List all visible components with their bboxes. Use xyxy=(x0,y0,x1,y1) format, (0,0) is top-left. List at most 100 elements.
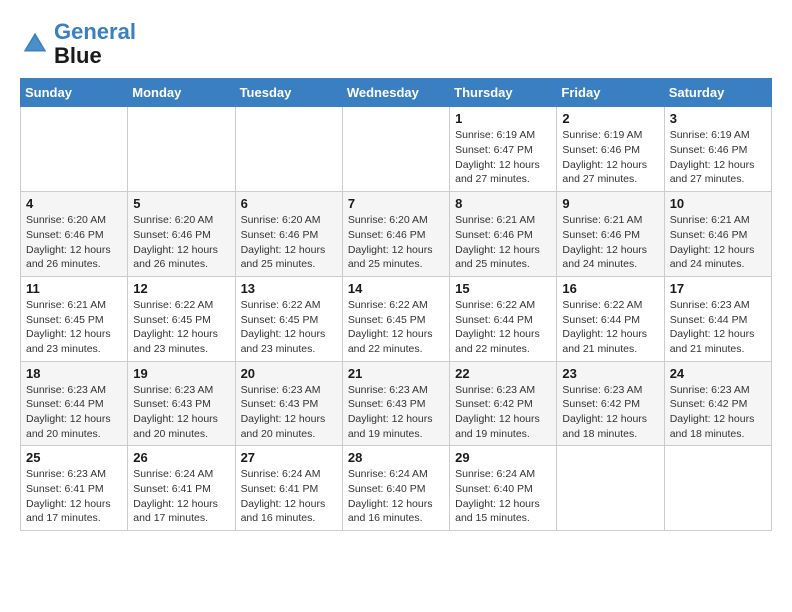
day-cell: 29 Sunrise: 6:24 AMSunset: 6:40 PMDayligh… xyxy=(450,446,557,531)
day-info: Sunrise: 6:23 AMSunset: 6:42 PMDaylight:… xyxy=(562,383,658,442)
day-info: Sunrise: 6:24 AMSunset: 6:41 PMDaylight:… xyxy=(241,467,337,526)
day-info: Sunrise: 6:22 AMSunset: 6:44 PMDaylight:… xyxy=(562,298,658,357)
day-info: Sunrise: 6:22 AMSunset: 6:44 PMDaylight:… xyxy=(455,298,551,357)
day-number: 16 xyxy=(562,281,658,296)
day-number: 24 xyxy=(670,366,766,381)
week-row-5: 25 Sunrise: 6:23 AMSunset: 6:41 PMDayligh… xyxy=(21,446,772,531)
day-cell xyxy=(342,107,449,192)
calendar-table: SundayMondayTuesdayWednesdayThursdayFrid… xyxy=(20,78,772,531)
day-number: 25 xyxy=(26,450,122,465)
day-cell: 24 Sunrise: 6:23 AMSunset: 6:42 PMDayligh… xyxy=(664,361,771,446)
day-cell xyxy=(664,446,771,531)
day-cell: 19 Sunrise: 6:23 AMSunset: 6:43 PMDayligh… xyxy=(128,361,235,446)
day-info: Sunrise: 6:19 AMSunset: 6:47 PMDaylight:… xyxy=(455,128,551,187)
day-number: 15 xyxy=(455,281,551,296)
day-info: Sunrise: 6:20 AMSunset: 6:46 PMDaylight:… xyxy=(133,213,229,272)
day-number: 3 xyxy=(670,111,766,126)
weekday-header-saturday: Saturday xyxy=(664,79,771,107)
day-info: Sunrise: 6:21 AMSunset: 6:46 PMDaylight:… xyxy=(670,213,766,272)
week-row-2: 4 Sunrise: 6:20 AMSunset: 6:46 PMDaylight… xyxy=(21,192,772,277)
page-header: GeneralBlue xyxy=(20,20,772,68)
day-cell: 22 Sunrise: 6:23 AMSunset: 6:42 PMDayligh… xyxy=(450,361,557,446)
day-cell: 13 Sunrise: 6:22 AMSunset: 6:45 PMDayligh… xyxy=(235,276,342,361)
day-number: 26 xyxy=(133,450,229,465)
day-cell: 18 Sunrise: 6:23 AMSunset: 6:44 PMDayligh… xyxy=(21,361,128,446)
day-info: Sunrise: 6:20 AMSunset: 6:46 PMDaylight:… xyxy=(26,213,122,272)
week-row-1: 1 Sunrise: 6:19 AMSunset: 6:47 PMDaylight… xyxy=(21,107,772,192)
logo: GeneralBlue xyxy=(20,20,136,68)
day-cell: 21 Sunrise: 6:23 AMSunset: 6:43 PMDayligh… xyxy=(342,361,449,446)
day-info: Sunrise: 6:23 AMSunset: 6:41 PMDaylight:… xyxy=(26,467,122,526)
day-info: Sunrise: 6:24 AMSunset: 6:40 PMDaylight:… xyxy=(348,467,444,526)
day-cell xyxy=(21,107,128,192)
weekday-header-monday: Monday xyxy=(128,79,235,107)
day-cell: 5 Sunrise: 6:20 AMSunset: 6:46 PMDaylight… xyxy=(128,192,235,277)
day-cell: 8 Sunrise: 6:21 AMSunset: 6:46 PMDaylight… xyxy=(450,192,557,277)
day-info: Sunrise: 6:22 AMSunset: 6:45 PMDaylight:… xyxy=(241,298,337,357)
day-info: Sunrise: 6:23 AMSunset: 6:42 PMDaylight:… xyxy=(455,383,551,442)
day-info: Sunrise: 6:22 AMSunset: 6:45 PMDaylight:… xyxy=(133,298,229,357)
day-cell: 9 Sunrise: 6:21 AMSunset: 6:46 PMDaylight… xyxy=(557,192,664,277)
day-info: Sunrise: 6:20 AMSunset: 6:46 PMDaylight:… xyxy=(348,213,444,272)
day-number: 29 xyxy=(455,450,551,465)
day-cell: 20Sunrise: 6:23 AMSunset: 6:43 PMDayligh… xyxy=(235,361,342,446)
day-info: Sunrise: 6:24 AMSunset: 6:41 PMDaylight:… xyxy=(133,467,229,526)
day-info: Sunrise: 6:24 AMSunset: 6:40 PMDaylight:… xyxy=(455,467,551,526)
day-info: Sunrise: 6:22 AMSunset: 6:45 PMDaylight:… xyxy=(348,298,444,357)
day-cell: 1 Sunrise: 6:19 AMSunset: 6:47 PMDaylight… xyxy=(450,107,557,192)
day-cell: 23 Sunrise: 6:23 AMSunset: 6:42 PMDayligh… xyxy=(557,361,664,446)
day-number: 23 xyxy=(562,366,658,381)
day-number: 1 xyxy=(455,111,551,126)
day-info: Sunrise: 6:23 AMSunset: 6:44 PMDaylight:… xyxy=(26,383,122,442)
day-number: 11 xyxy=(26,281,122,296)
day-info: Sunrise: 6:21 AMSunset: 6:45 PMDaylight:… xyxy=(26,298,122,357)
day-info: Sunrise: 6:23 AMSunset: 6:42 PMDaylight:… xyxy=(670,383,766,442)
weekday-header-friday: Friday xyxy=(557,79,664,107)
day-cell: 28 Sunrise: 6:24 AMSunset: 6:40 PMDayligh… xyxy=(342,446,449,531)
day-info: Sunrise: 6:19 AMSunset: 6:46 PMDaylight:… xyxy=(670,128,766,187)
day-info: Sunrise: 6:20 AMSunset: 6:46 PMDaylight:… xyxy=(241,213,337,272)
day-number: 7 xyxy=(348,196,444,211)
day-number: 20 xyxy=(241,366,337,381)
day-number: 27 xyxy=(241,450,337,465)
day-number: 13 xyxy=(241,281,337,296)
day-number: 2 xyxy=(562,111,658,126)
day-info: Sunrise: 6:21 AMSunset: 6:46 PMDaylight:… xyxy=(562,213,658,272)
week-row-4: 18 Sunrise: 6:23 AMSunset: 6:44 PMDayligh… xyxy=(21,361,772,446)
day-number: 18 xyxy=(26,366,122,381)
day-number: 5 xyxy=(133,196,229,211)
day-number: 21 xyxy=(348,366,444,381)
day-number: 9 xyxy=(562,196,658,211)
day-number: 22 xyxy=(455,366,551,381)
day-cell xyxy=(557,446,664,531)
day-info: Sunrise: 6:21 AMSunset: 6:46 PMDaylight:… xyxy=(455,213,551,272)
day-number: 6 xyxy=(241,196,337,211)
day-cell: 15 Sunrise: 6:22 AMSunset: 6:44 PMDayligh… xyxy=(450,276,557,361)
day-cell: 16 Sunrise: 6:22 AMSunset: 6:44 PMDayligh… xyxy=(557,276,664,361)
day-cell xyxy=(235,107,342,192)
day-cell: 6 Sunrise: 6:20 AMSunset: 6:46 PMDaylight… xyxy=(235,192,342,277)
day-number: 28 xyxy=(348,450,444,465)
day-number: 10 xyxy=(670,196,766,211)
day-cell: 11 Sunrise: 6:21 AMSunset: 6:45 PMDayligh… xyxy=(21,276,128,361)
day-cell: 2 Sunrise: 6:19 AMSunset: 6:46 PMDaylight… xyxy=(557,107,664,192)
day-number: 17 xyxy=(670,281,766,296)
day-cell: 17Sunrise: 6:23 AMSunset: 6:44 PMDayligh… xyxy=(664,276,771,361)
day-info: Sunrise: 6:23 AMSunset: 6:43 PMDaylight:… xyxy=(348,383,444,442)
logo-icon xyxy=(20,29,50,59)
day-cell: 27 Sunrise: 6:24 AMSunset: 6:41 PMDayligh… xyxy=(235,446,342,531)
day-info: Sunrise: 6:19 AMSunset: 6:46 PMDaylight:… xyxy=(562,128,658,187)
day-number: 14 xyxy=(348,281,444,296)
day-number: 19 xyxy=(133,366,229,381)
day-cell: 12Sunrise: 6:22 AMSunset: 6:45 PMDayligh… xyxy=(128,276,235,361)
day-info: Sunrise: 6:23 AMSunset: 6:43 PMDaylight:… xyxy=(133,383,229,442)
day-cell: 14 Sunrise: 6:22 AMSunset: 6:45 PMDayligh… xyxy=(342,276,449,361)
weekday-header-thursday: Thursday xyxy=(450,79,557,107)
day-cell xyxy=(128,107,235,192)
logo-text: GeneralBlue xyxy=(54,20,136,68)
day-number: 4 xyxy=(26,196,122,211)
week-row-3: 11 Sunrise: 6:21 AMSunset: 6:45 PMDayligh… xyxy=(21,276,772,361)
day-cell: 7 Sunrise: 6:20 AMSunset: 6:46 PMDaylight… xyxy=(342,192,449,277)
day-number: 8 xyxy=(455,196,551,211)
weekday-header-tuesday: Tuesday xyxy=(235,79,342,107)
